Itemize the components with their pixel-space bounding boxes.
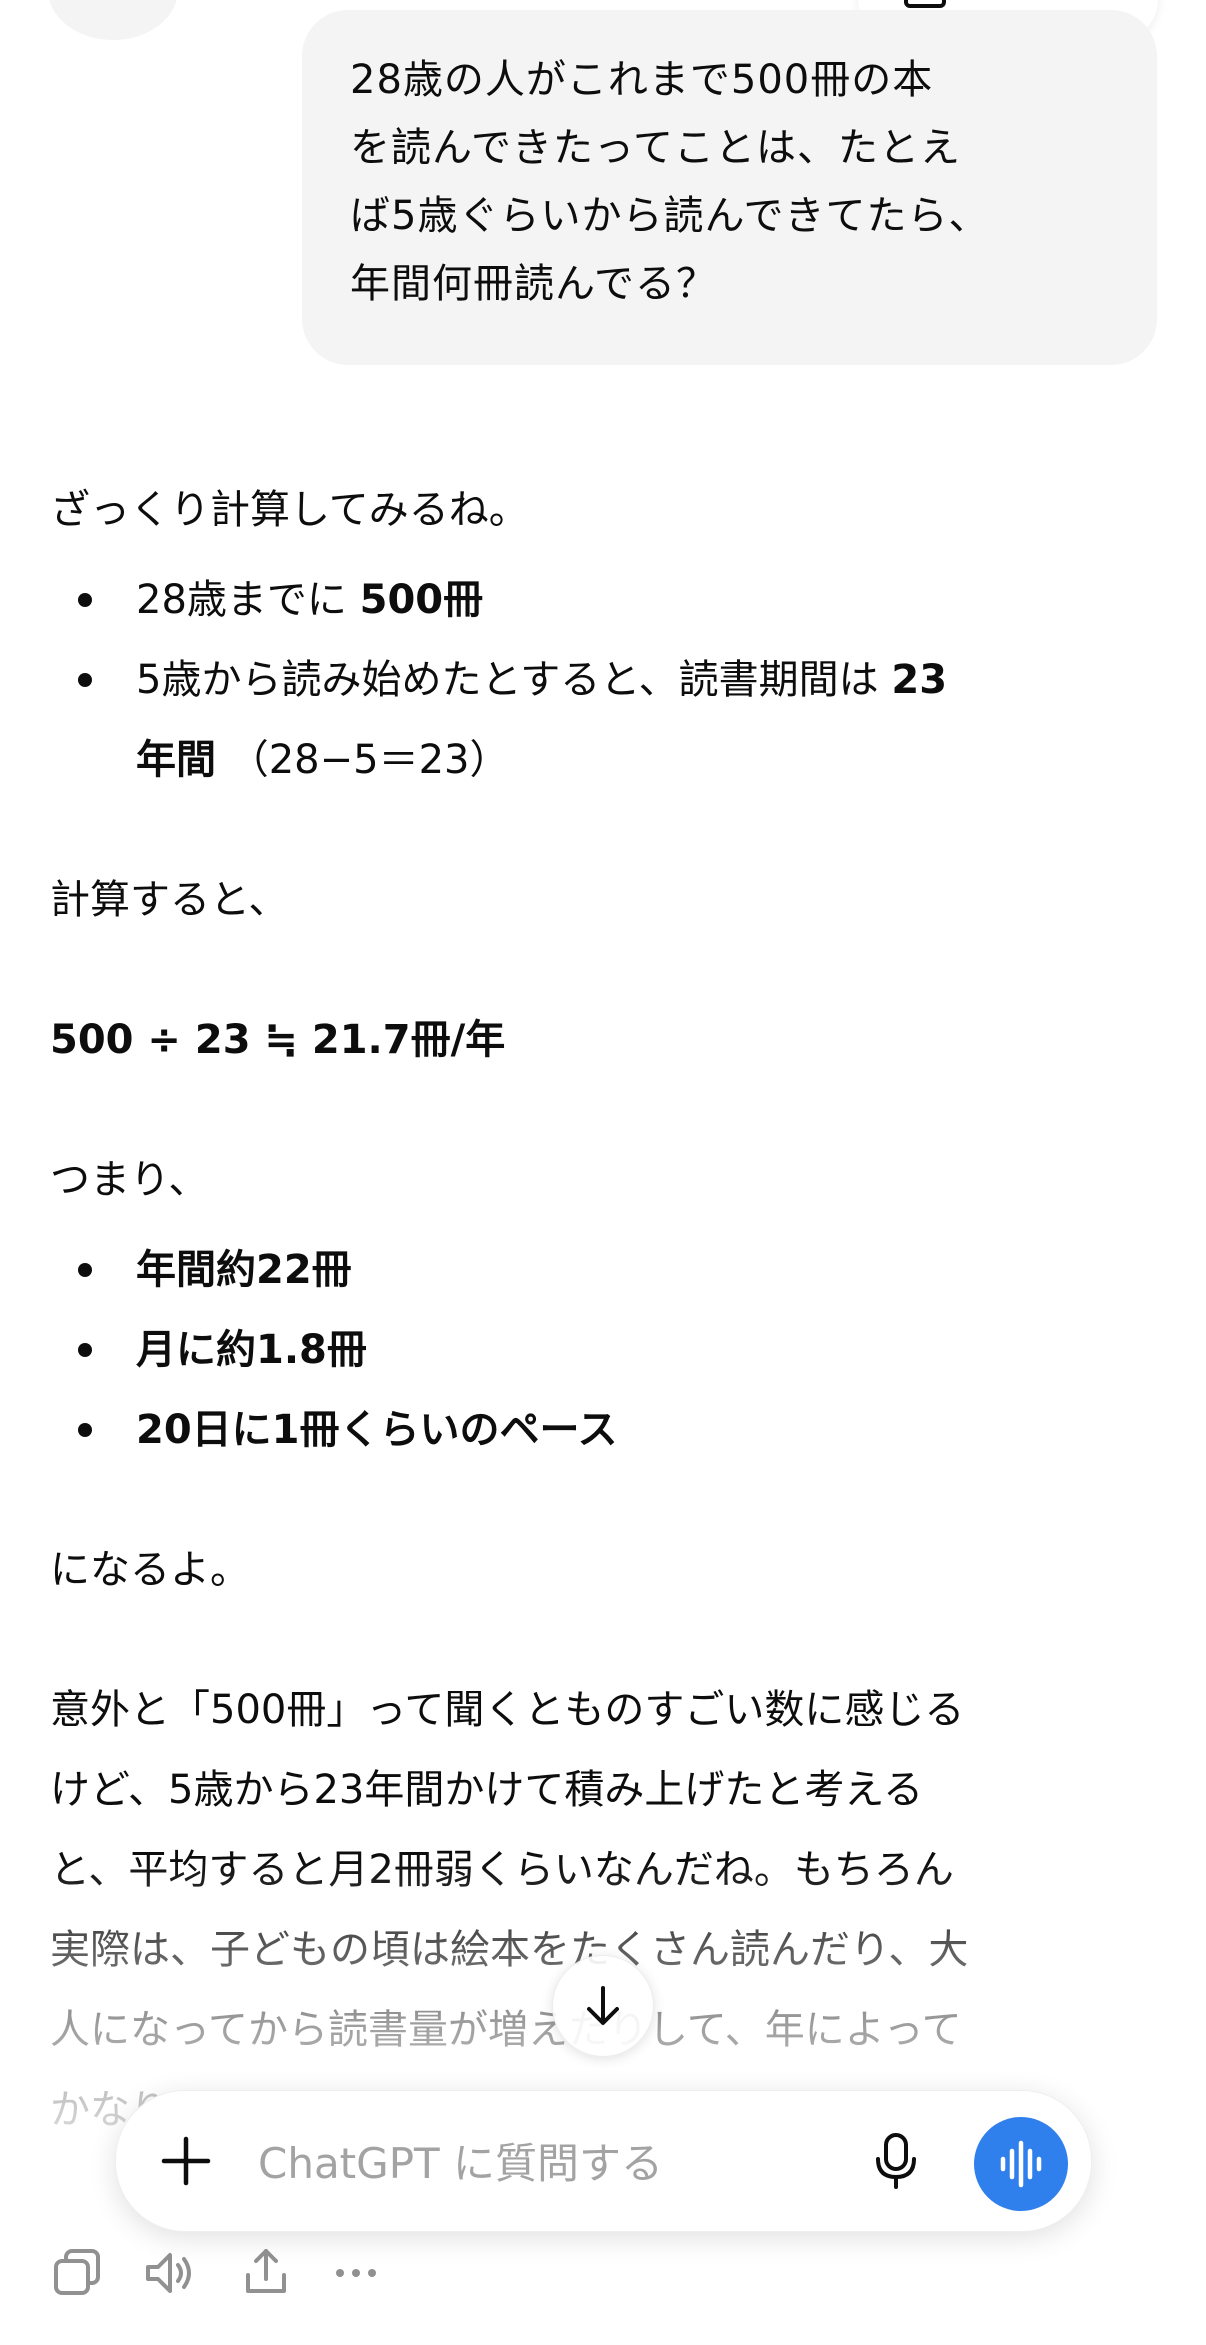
bullet-dot <box>78 1343 92 1357</box>
assistant-intro: ざっくり計算してみるね。 <box>50 487 529 533</box>
calc-intro: 計算すると、 <box>50 877 289 923</box>
paragraph-line: と、平均すると月2冊弱くらいなんだね。もちろん <box>50 1847 954 1893</box>
user-message-bubble: 28歳の人がこれまで500冊の本 を読んできたってことは、たとえ ば5歳ぐらいか… <box>302 10 1157 365</box>
paragraph-line: 意外と「500冊」って聞くとものすごい数に感じる <box>50 1687 965 1733</box>
plus-icon <box>161 2136 211 2186</box>
message-actions-row <box>50 2245 450 2305</box>
bullet-dot <box>78 1263 92 1277</box>
message-input[interactable] <box>256 2127 780 2199</box>
arrow-down-icon <box>587 1986 619 2025</box>
paragraph-line: けど、5歳から23年間かけて積み上げたと考える <box>50 1767 924 1813</box>
list-item-bold: 500冊 <box>359 577 484 623</box>
list-item: 年間約22冊 <box>50 1230 1150 1310</box>
formula: 500 ÷ 23 ≒ 21.7冊/年 <box>50 1017 506 1063</box>
assistant-bullet-list-1: 28歳までに 500冊 5歳から読み始めたとすると、読書期間は 23 年間 （2… <box>50 560 1150 800</box>
assistant-message: ざっくり計算してみるね。 28歳までに 500冊 5歳から読み始めたとすると、読… <box>50 470 1150 2150</box>
top-left-button-partial[interactable] <box>48 0 178 40</box>
add-attachment-button[interactable] <box>146 2121 226 2201</box>
voice-waveform-icon <box>1000 2140 1042 2188</box>
more-button[interactable] <box>328 2245 384 2301</box>
composer-bar <box>115 2090 1092 2232</box>
assistant-paragraph: 意外と「500冊」って聞くとものすごい数に感じる けど、5歳から23年間かけて積… <box>50 1670 1150 2150</box>
summary-intro: つまり、 <box>50 1157 209 1203</box>
list-item: 5歳から読み始めたとすると、読書期間は 23 年間 （28−5＝23） <box>50 640 1150 800</box>
share-icon <box>246 2249 286 2293</box>
bullet-dot <box>78 1423 92 1437</box>
user-message-line: ば5歳ぐらいから読んできてたら、 <box>350 193 990 239</box>
speaker-icon <box>146 2253 191 2293</box>
list-item: 28歳までに 500冊 <box>50 560 1150 640</box>
closing-line: になるよ。 <box>50 1547 250 1593</box>
list-item: 20日に1冊くらいのペース <box>50 1390 1150 1470</box>
list-item-text: 28歳までに <box>136 577 360 623</box>
scroll-to-bottom-button[interactable] <box>552 1955 654 2057</box>
bullet-dot <box>78 673 92 687</box>
more-icon <box>336 2269 376 2277</box>
share-button[interactable] <box>238 2245 294 2301</box>
user-message-line: を読んできたってことは、たとえ <box>350 125 961 171</box>
list-item-bold: 23 <box>891 657 948 703</box>
user-message-line: 28歳の人がこれまで500冊の本 <box>350 57 934 103</box>
assistant-bullet-list-2: 年間約22冊 月に約1.8冊 20日に1冊くらいのペース <box>50 1230 1150 1470</box>
edit-icon <box>904 0 946 8</box>
copy-icon <box>54 2249 100 2295</box>
list-item: 月に約1.8冊 <box>50 1310 1150 1390</box>
microphone-button[interactable] <box>856 2121 936 2201</box>
list-item-bold: 年間 <box>136 737 216 783</box>
voice-mode-button[interactable] <box>974 2117 1068 2211</box>
microphone-icon <box>876 2133 916 2189</box>
list-item-text: 年間約22冊 <box>136 1247 352 1293</box>
user-message-line: 年間何冊読んでる？ <box>350 261 717 307</box>
list-item-text: （28−5＝23） <box>228 737 510 783</box>
list-item-text: 20日に1冊くらいのペース <box>136 1407 618 1453</box>
copy-button[interactable] <box>50 2245 106 2301</box>
bullet-dot <box>78 593 92 607</box>
list-item-text: 5歳から読み始めたとすると、読書期間は <box>136 657 892 703</box>
list-item-text: 月に約1.8冊 <box>136 1327 367 1373</box>
read-aloud-button[interactable] <box>142 2245 198 2301</box>
